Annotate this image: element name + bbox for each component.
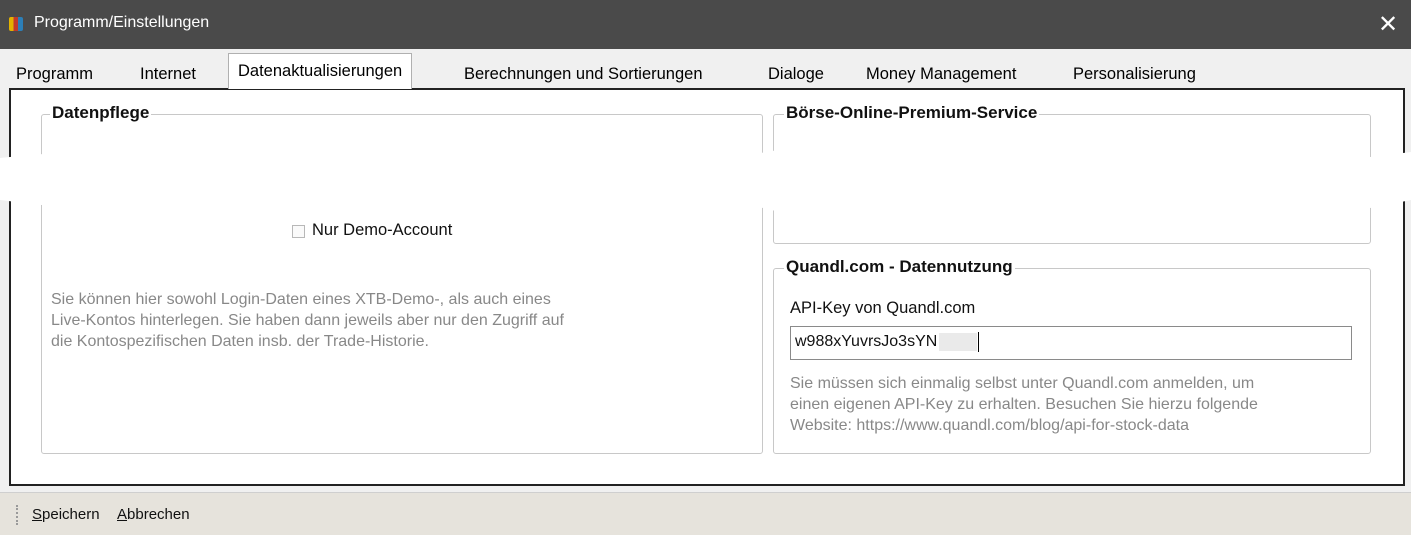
hint-line: Website: https://www.quandl.com/blog/api… bbox=[790, 417, 1189, 434]
tab-berechnungen[interactable]: Berechnungen und Sortierungen bbox=[458, 61, 709, 89]
cancel-label: bbrechen bbox=[127, 506, 190, 523]
tab-personalisierung[interactable]: Personalisierung bbox=[1067, 61, 1202, 89]
bottom-toolbar: Speichern Abbrechen bbox=[0, 492, 1411, 535]
quandl-group: Quandl.com - Datennutzung API-Key von Qu… bbox=[773, 257, 1371, 454]
cancel-button[interactable]: Abbrechen bbox=[117, 506, 190, 523]
window-title: Programm/Einstellungen bbox=[34, 14, 210, 31]
datenpflege-info: Sie können hier sowohl Login-Daten eines… bbox=[51, 289, 751, 352]
save-accel: S bbox=[32, 506, 43, 523]
torn-paper-overlay bbox=[0, 144, 1411, 212]
title-bar[interactable]: Programm/Einstellungen ✕ bbox=[0, 0, 1411, 49]
api-key-label: API-Key von Quandl.com bbox=[790, 299, 976, 317]
close-button[interactable]: ✕ bbox=[1365, 0, 1411, 49]
api-key-value: w988xYuvrsJo3sYN bbox=[795, 333, 938, 351]
hint-line: einen eigenen API-Key zu erhalten. Besuc… bbox=[790, 396, 1258, 413]
toolbar-grip-icon[interactable] bbox=[16, 505, 19, 525]
tab-datenaktualisierungen[interactable]: Datenaktualisierungen bbox=[228, 53, 413, 89]
demo-account-label: Nur Demo-Account bbox=[312, 221, 453, 239]
tab-bar: Programm Internet Datenaktualisierungen … bbox=[8, 53, 1404, 89]
save-button[interactable]: Speichern bbox=[32, 506, 100, 523]
app-icon bbox=[9, 17, 23, 31]
datenpflege-title: Datenpflege bbox=[50, 103, 152, 123]
quandl-hint: Sie müssen sich einmalig selbst unter Qu… bbox=[790, 373, 1360, 436]
info-line: die Kontospezifischen Daten insb. der Tr… bbox=[51, 333, 429, 350]
info-line: Sie können hier sowohl Login-Daten eines… bbox=[51, 291, 551, 308]
redacted-block bbox=[939, 333, 978, 351]
text-caret bbox=[978, 332, 980, 352]
cancel-accel: A bbox=[117, 506, 128, 523]
settings-window: Programm/Einstellungen ✕ Programm Intern… bbox=[0, 0, 1411, 535]
tab-money-management[interactable]: Money Management bbox=[860, 61, 1022, 89]
tab-programm[interactable]: Programm bbox=[10, 61, 99, 89]
tab-internet[interactable]: Internet bbox=[134, 61, 202, 89]
hint-line: Sie müssen sich einmalig selbst unter Qu… bbox=[790, 375, 1255, 392]
api-key-input[interactable]: w988xYuvrsJo3sYN bbox=[790, 326, 1352, 360]
save-label: peichern bbox=[42, 506, 100, 523]
demo-account-checkbox[interactable] bbox=[292, 225, 305, 238]
tab-dialoge[interactable]: Dialoge bbox=[762, 61, 830, 89]
info-line: Live-Kontos hinterlegen. Sie haben dann … bbox=[51, 312, 564, 329]
quandl-title: Quandl.com - Datennutzung bbox=[784, 257, 1015, 277]
boerse-online-title: Börse-Online-Premium-Service bbox=[784, 103, 1040, 123]
